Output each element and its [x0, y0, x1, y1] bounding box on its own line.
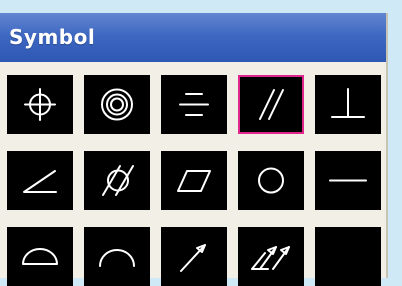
symbol-total-runout-button[interactable]	[238, 227, 304, 286]
symmetry-icon	[179, 93, 209, 116]
symbol-flatness-button[interactable]	[161, 151, 227, 210]
symbol-grid	[7, 75, 382, 286]
symbol-circularity-button[interactable]	[238, 151, 304, 210]
straightness-icon	[329, 179, 367, 182]
circular-runout-icon	[180, 244, 206, 272]
position-icon	[24, 88, 56, 121]
symbol-perpendicularity-button[interactable]	[315, 75, 381, 134]
profile-of-surface-icon	[22, 248, 58, 265]
symbol-cylindricity-button[interactable]	[84, 151, 150, 210]
panel-title: Symbol	[9, 25, 96, 49]
panel-title-bar: Symbol	[0, 13, 386, 62]
cylindricity-icon	[102, 165, 134, 196]
symbol-position-button[interactable]	[7, 75, 73, 134]
symbol-circular-runout-button[interactable]	[161, 227, 227, 286]
blank-symbol-icon	[317, 229, 379, 284]
profile-of-line-icon	[99, 249, 135, 267]
symbol-profile-of-line-button[interactable]	[84, 227, 150, 286]
symbol-symmetry-button[interactable]	[161, 75, 227, 134]
symbol-angularity-button[interactable]	[7, 151, 73, 210]
flatness-icon	[177, 170, 211, 192]
symbol-parallelism-button[interactable]	[238, 75, 304, 134]
concentricity-icon	[101, 88, 133, 121]
symbol-profile-of-surface-button[interactable]	[7, 227, 73, 286]
parallelism-icon	[259, 89, 284, 120]
total-runout-icon	[251, 246, 290, 270]
angularity-icon	[23, 170, 57, 193]
symbol-blank-button[interactable]	[315, 227, 381, 286]
circularity-icon	[258, 167, 284, 194]
perpendicularity-icon	[331, 88, 365, 118]
symbol-straightness-button[interactable]	[315, 151, 381, 210]
symbol-panel: Symbol	[0, 13, 388, 286]
symbol-concentricity-button[interactable]	[84, 75, 150, 134]
